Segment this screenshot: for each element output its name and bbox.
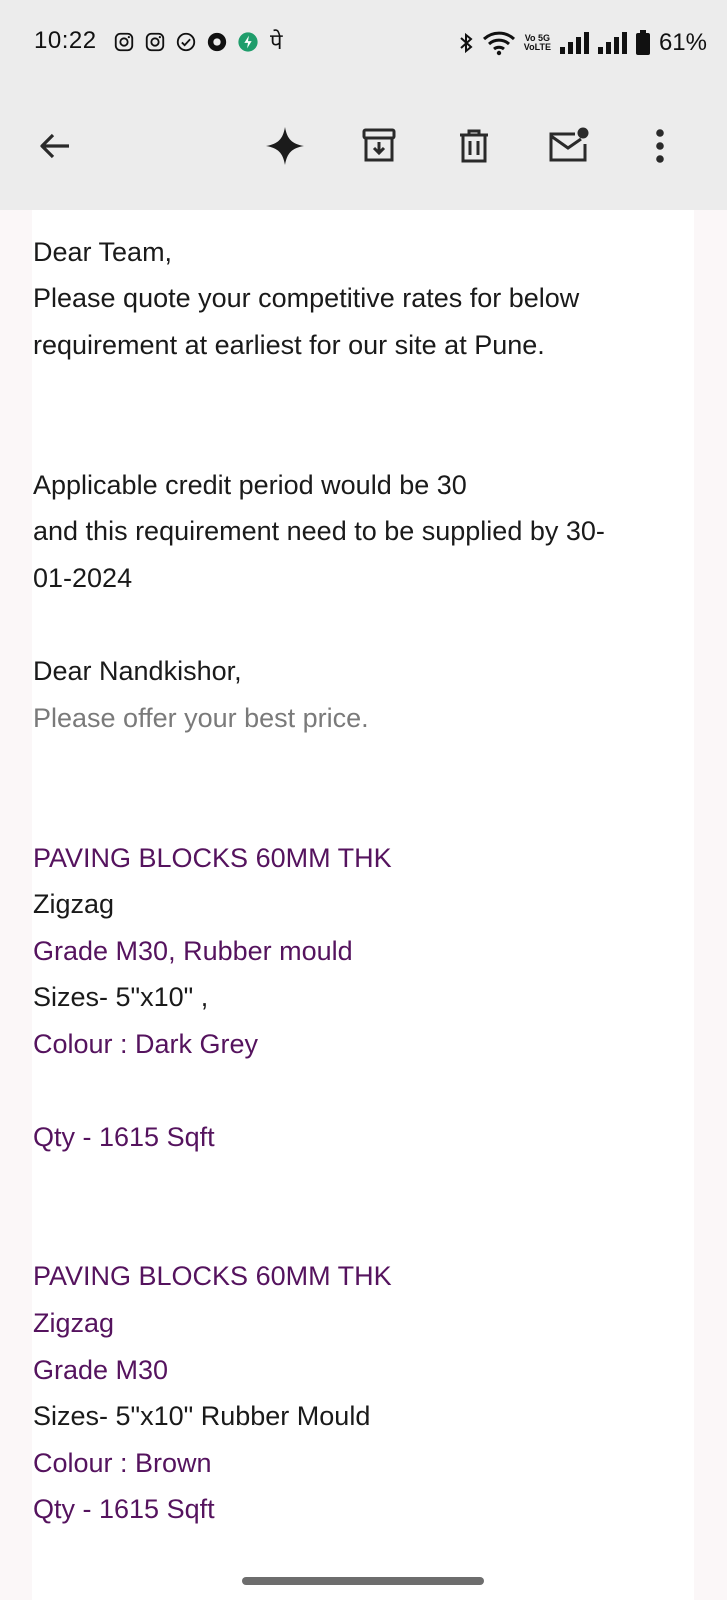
greeting: Dear Team, — [33, 237, 173, 267]
email-body: Dear Team, Please quote your competitive… — [32, 210, 694, 1600]
price-request: Please offer your best price. — [33, 703, 369, 733]
body-line: 01-2024 — [33, 563, 133, 593]
sparkle-icon — [266, 127, 304, 165]
item1-colour: Colour : Dark Grey — [33, 1029, 259, 1059]
back-button[interactable] — [33, 124, 77, 168]
volte-indicator: Vo 5G VoLTE — [524, 34, 551, 52]
more-options-button[interactable] — [638, 124, 682, 168]
archive-icon — [362, 128, 396, 162]
bluetooth-icon — [460, 32, 473, 54]
gemini-button[interactable] — [263, 124, 307, 168]
signal-icon — [559, 32, 589, 54]
gesture-home-bar[interactable] — [242, 1577, 484, 1585]
battery-icon — [635, 30, 650, 55]
trash-icon — [460, 129, 488, 163]
wifi-icon — [482, 31, 515, 56]
check-circle-icon — [176, 32, 196, 52]
back-arrow-icon — [40, 133, 69, 159]
network-label-bottom: VoLTE — [523, 42, 551, 52]
item1-pattern: Zigzag — [33, 889, 115, 919]
battery-percent: 61% — [658, 29, 707, 56]
signal-icon — [597, 32, 627, 54]
body-line: and this requirement need to be supplied… — [33, 516, 605, 546]
mark-unread-icon — [549, 127, 589, 162]
instagram-icon — [114, 32, 134, 52]
archive-button[interactable] — [357, 124, 401, 168]
mark-unread-button[interactable] — [547, 124, 591, 168]
item2-qty: Qty - 1615 Sqft — [33, 1494, 215, 1524]
item1-sizes: Sizes- 5"x10" , — [33, 982, 209, 1012]
body-line: requirement at earliest for our site at … — [33, 330, 545, 360]
charging-app-icon — [238, 32, 258, 52]
body-line: Please quote your competitive rates for … — [33, 283, 580, 313]
item2-title: PAVING BLOCKS 60MM THK — [33, 1261, 392, 1291]
status-bar: 10:22 पे Vo 5G VoLTE 61% — [0, 0, 727, 86]
item2-sizes: Sizes- 5"x10" Rubber Mould — [33, 1401, 371, 1431]
item1-title: PAVING BLOCKS 60MM THK — [33, 843, 392, 873]
notification-icons: पे — [113, 31, 283, 53]
greeting-second: Dear Nandkishor, — [33, 656, 242, 686]
email-toolbar — [0, 86, 727, 210]
more-vert-icon — [656, 129, 664, 163]
app-notification-icon — [207, 32, 227, 52]
item2-grade: Grade M30 — [33, 1355, 169, 1385]
delete-button[interactable] — [452, 124, 496, 168]
system-status-icons: Vo 5G VoLTE 61% — [458, 29, 707, 57]
status-time: 10:22 — [34, 27, 97, 54]
item1-grade: Grade M30, Rubber mould — [33, 936, 353, 966]
item2-colour: Colour : Brown — [33, 1448, 212, 1478]
item1-qty: Qty - 1615 Sqft — [33, 1122, 215, 1152]
item2-pattern: Zigzag — [33, 1308, 115, 1338]
body-line: Applicable credit period would be 30 — [33, 470, 467, 500]
instagram-icon — [145, 32, 165, 52]
phonepe-icon: पे — [270, 29, 283, 54]
